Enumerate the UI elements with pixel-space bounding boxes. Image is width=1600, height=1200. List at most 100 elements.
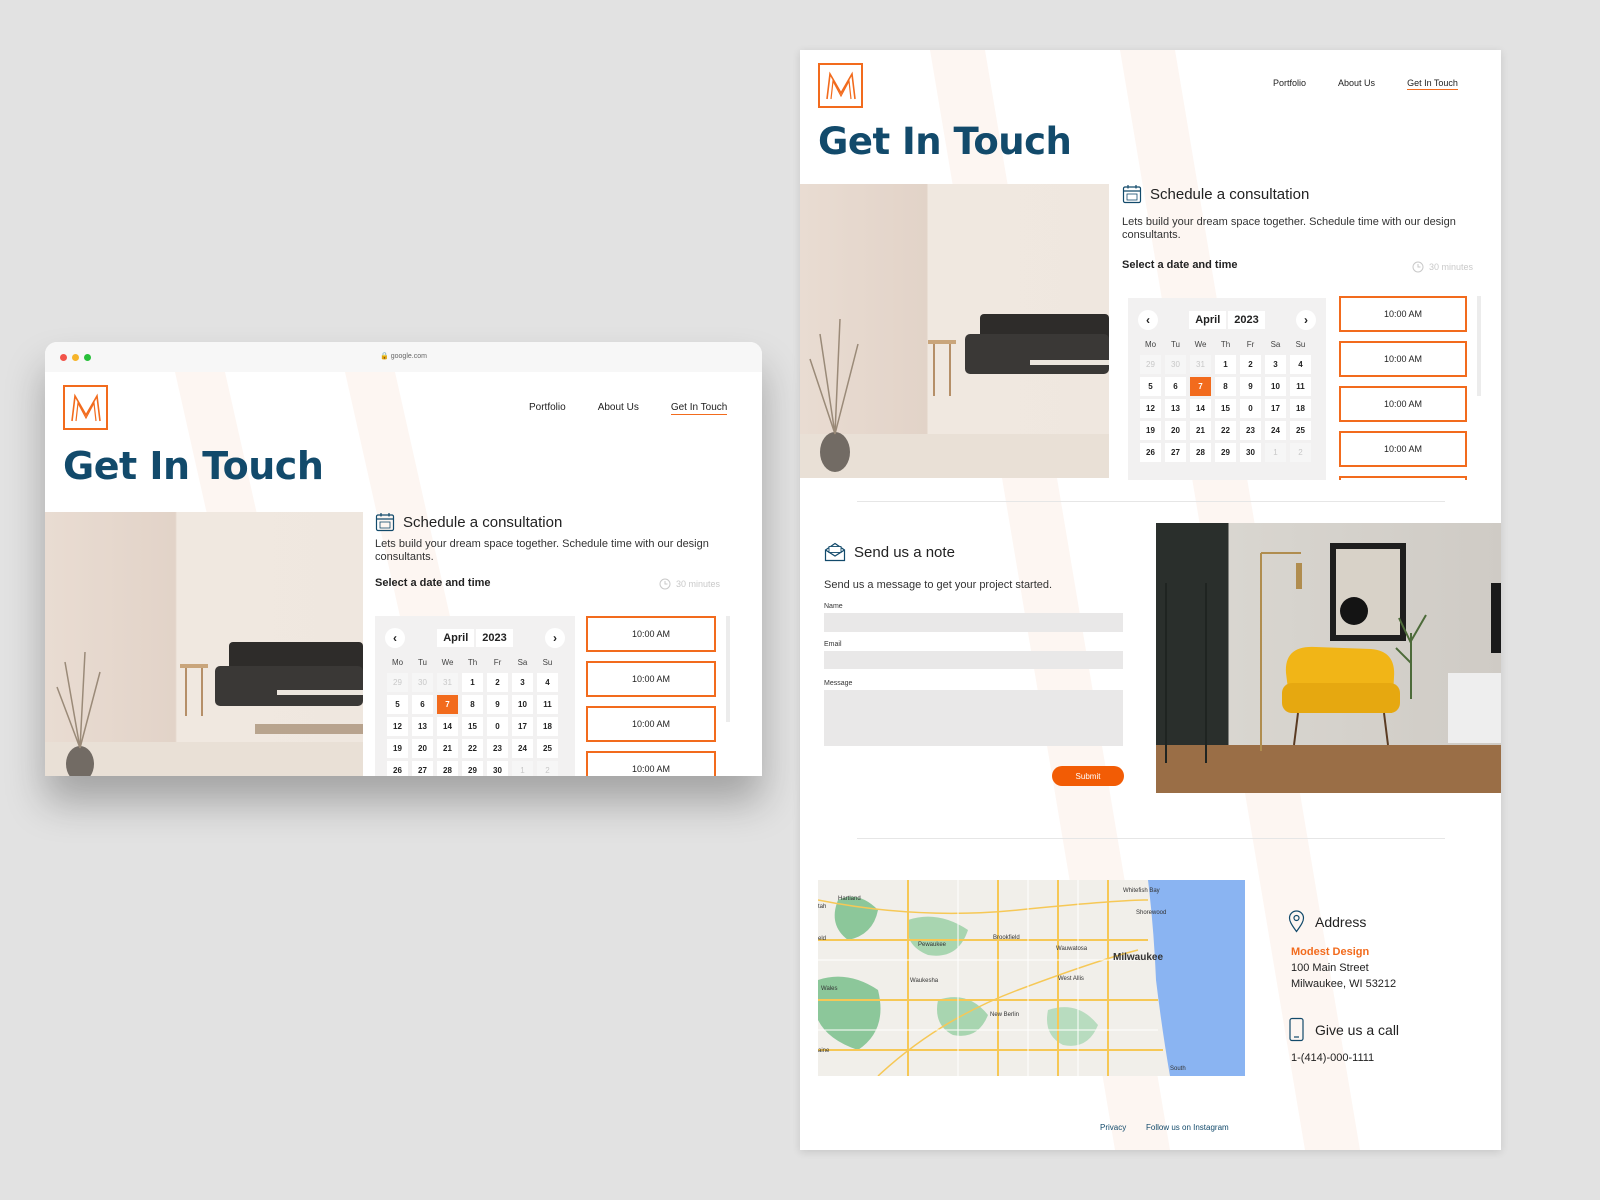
calendar-day[interactable]: 30 (1240, 443, 1261, 462)
nav-get-in-touch[interactable]: Get In Touch (1407, 78, 1458, 90)
calendar-day[interactable]: 8 (1215, 377, 1236, 396)
calendar-day[interactable]: 27 (412, 761, 433, 776)
logo[interactable] (63, 385, 108, 430)
calendar-day[interactable]: 29 (1215, 443, 1236, 462)
calendar-day[interactable]: 8 (462, 695, 483, 714)
calendar-day[interactable]: 4 (537, 673, 558, 692)
calendar-day[interactable]: 18 (537, 717, 558, 736)
schedule-title: Schedule a consultation (403, 513, 563, 531)
nav-get-in-touch[interactable]: Get In Touch (670, 402, 728, 415)
calendar-day[interactable]: 24 (512, 739, 533, 758)
calendar-day[interactable]: 3 (512, 673, 533, 692)
calendar-day[interactable]: 26 (387, 761, 408, 776)
calendar-day[interactable]: 30 (487, 761, 508, 776)
month-select[interactable]: April (1189, 311, 1227, 329)
calendar-day[interactable]: 0 (1240, 399, 1261, 418)
nav-portfolio[interactable]: Portfolio (529, 402, 566, 415)
calendar-day[interactable]: 23 (487, 739, 508, 758)
calendar-day-selected[interactable]: 7 (1190, 377, 1211, 396)
calendar-day[interactable]: 1 (462, 673, 483, 692)
message-field[interactable] (824, 690, 1123, 746)
next-month-button[interactable]: › (545, 628, 565, 648)
calendar-day[interactable]: 18 (1290, 399, 1311, 418)
calendar-day[interactable]: 20 (412, 739, 433, 758)
calendar-day[interactable]: 1 (1215, 355, 1236, 374)
calendar-day[interactable]: 9 (1240, 377, 1261, 396)
calendar-day[interactable]: 9 (487, 695, 508, 714)
calendar-day[interactable]: 22 (462, 739, 483, 758)
time-slot-button[interactable]: 10:00 AM (586, 751, 716, 776)
calendar-day[interactable]: 10 (1265, 377, 1286, 396)
time-slot-button[interactable]: 10:00 AM (1339, 341, 1467, 377)
time-slot-button[interactable]: 10:00 AM (586, 616, 716, 652)
calendar-day[interactable]: 11 (1290, 377, 1311, 396)
time-slot-button[interactable]: 10:00 AM (1339, 296, 1467, 332)
map-label: tah (818, 904, 827, 910)
calendar-day[interactable]: 14 (1190, 399, 1211, 418)
calendar-day[interactable]: 22 (1215, 421, 1236, 440)
calendar-day[interactable]: 3 (1265, 355, 1286, 374)
calendar-day[interactable]: 5 (1140, 377, 1161, 396)
month-select[interactable]: April (437, 629, 475, 647)
calendar-day[interactable]: 29 (462, 761, 483, 776)
phone-number[interactable]: 1-(414)-000-1111 (1291, 1050, 1374, 1066)
time-slot-scrollbar[interactable] (1477, 296, 1481, 396)
calendar-day[interactable]: 23 (1240, 421, 1261, 440)
calendar-grid: Mo Tu We Th Fr Sa Su 29 30 31 1 2 3 4 5 6 7 8 9 10 11 12 13 14 1… (1140, 338, 1311, 462)
calendar-day[interactable]: 15 (1215, 399, 1236, 418)
calendar-day[interactable]: 20 (1165, 421, 1186, 440)
calendar-day-selected[interactable]: 7 (437, 695, 458, 714)
next-month-button[interactable]: › (1296, 310, 1316, 330)
calendar-day[interactable]: 15 (462, 717, 483, 736)
calendar-day[interactable]: 24 (1265, 421, 1286, 440)
calendar-day[interactable]: 21 (437, 739, 458, 758)
privacy-link[interactable]: Privacy (1100, 1123, 1126, 1132)
email-field[interactable] (824, 651, 1123, 669)
calendar-day[interactable]: 28 (437, 761, 458, 776)
nav-about-us[interactable]: About Us (598, 402, 639, 415)
time-slot-scrollbar[interactable] (726, 616, 730, 722)
name-field[interactable] (824, 613, 1123, 632)
time-slot-button[interactable]: 10:00 AM (586, 661, 716, 697)
calendar-day[interactable]: 5 (387, 695, 408, 714)
calendar-day[interactable]: 6 (1165, 377, 1186, 396)
calendar-day[interactable]: 6 (412, 695, 433, 714)
calendar-day[interactable]: 19 (387, 739, 408, 758)
calendar-day[interactable]: 10 (512, 695, 533, 714)
calendar-day[interactable]: 19 (1140, 421, 1161, 440)
calendar-day[interactable]: 2 (487, 673, 508, 692)
calendar-day[interactable]: 11 (537, 695, 558, 714)
logo[interactable] (818, 63, 863, 108)
time-slot-button[interactable]: 10:00 AM (1339, 386, 1467, 422)
submit-button[interactable]: Submit (1052, 766, 1124, 786)
calendar-day[interactable]: 14 (437, 717, 458, 736)
time-slot-button[interactable]: 10:00 AM (1339, 476, 1467, 480)
address-bar[interactable]: 🔒 google.com (45, 352, 762, 360)
location-map[interactable]: Hartland Pewaukee Brookfield Wauwatosa W… (818, 880, 1245, 1076)
calendar-day[interactable]: 27 (1165, 443, 1186, 462)
year-select[interactable]: 2023 (476, 629, 513, 647)
calendar-day[interactable]: 0 (487, 717, 508, 736)
calendar-day[interactable]: 28 (1190, 443, 1211, 462)
weekday-label: Fr (493, 658, 502, 667)
instagram-link[interactable]: Follow us on Instagram (1146, 1123, 1229, 1132)
calendar-day[interactable]: 12 (387, 717, 408, 736)
calendar-icon (375, 513, 395, 532)
calendar-day[interactable]: 26 (1140, 443, 1161, 462)
calendar-day[interactable]: 2 (1240, 355, 1261, 374)
weekday-label: Th (1220, 340, 1231, 349)
nav-portfolio[interactable]: Portfolio (1273, 78, 1306, 90)
calendar-day[interactable]: 13 (1165, 399, 1186, 418)
calendar-day[interactable]: 4 (1290, 355, 1311, 374)
calendar-day[interactable]: 21 (1190, 421, 1211, 440)
year-select[interactable]: 2023 (1228, 311, 1265, 329)
calendar-day[interactable]: 17 (1265, 399, 1286, 418)
time-slot-button[interactable]: 10:00 AM (586, 706, 716, 742)
time-slot-button[interactable]: 10:00 AM (1339, 431, 1467, 467)
calendar-day[interactable]: 12 (1140, 399, 1161, 418)
calendar-day[interactable]: 17 (512, 717, 533, 736)
calendar-day[interactable]: 13 (412, 717, 433, 736)
calendar-day[interactable]: 25 (1290, 421, 1311, 440)
calendar-day[interactable]: 25 (537, 739, 558, 758)
nav-about-us[interactable]: About Us (1338, 78, 1375, 90)
